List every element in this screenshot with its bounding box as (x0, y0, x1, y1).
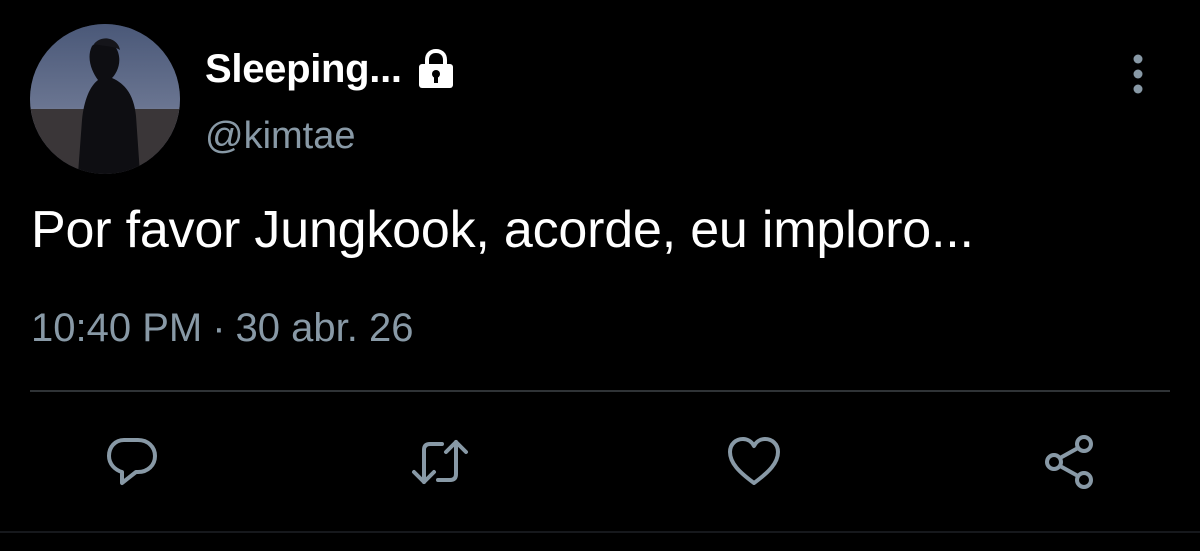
user-handle[interactable]: @kimtae (205, 115, 356, 158)
retweet-icon (412, 440, 468, 484)
share-button[interactable] (1040, 432, 1100, 492)
display-name[interactable]: Sleeping... (205, 47, 402, 92)
tweet-card: Sleeping... @kimtae Por favor Jungkook, … (0, 0, 1200, 551)
meta-separator: · (212, 306, 226, 350)
more-vertical-icon[interactable] (1124, 52, 1152, 96)
avatar-image (30, 24, 180, 174)
like-button[interactable] (724, 432, 784, 492)
reply-button[interactable] (102, 432, 162, 492)
divider (30, 390, 1170, 392)
share-icon (1045, 435, 1093, 489)
display-name-row: Sleeping... (205, 44, 458, 94)
reply-icon (107, 438, 157, 485)
tweet-meta: 10:40 PM · 30 abr. 26 (31, 306, 413, 351)
retweet-button[interactable] (410, 432, 470, 492)
heart-icon (728, 437, 780, 485)
tweet-time[interactable]: 10:40 PM (31, 306, 202, 351)
lock-icon (414, 47, 458, 91)
tweet-text: Por favor Jungkook, acorde, eu imploro..… (31, 201, 974, 259)
avatar[interactable] (30, 24, 180, 174)
bottom-divider (0, 531, 1200, 533)
tweet-date[interactable]: 30 abr. 26 (236, 306, 414, 351)
